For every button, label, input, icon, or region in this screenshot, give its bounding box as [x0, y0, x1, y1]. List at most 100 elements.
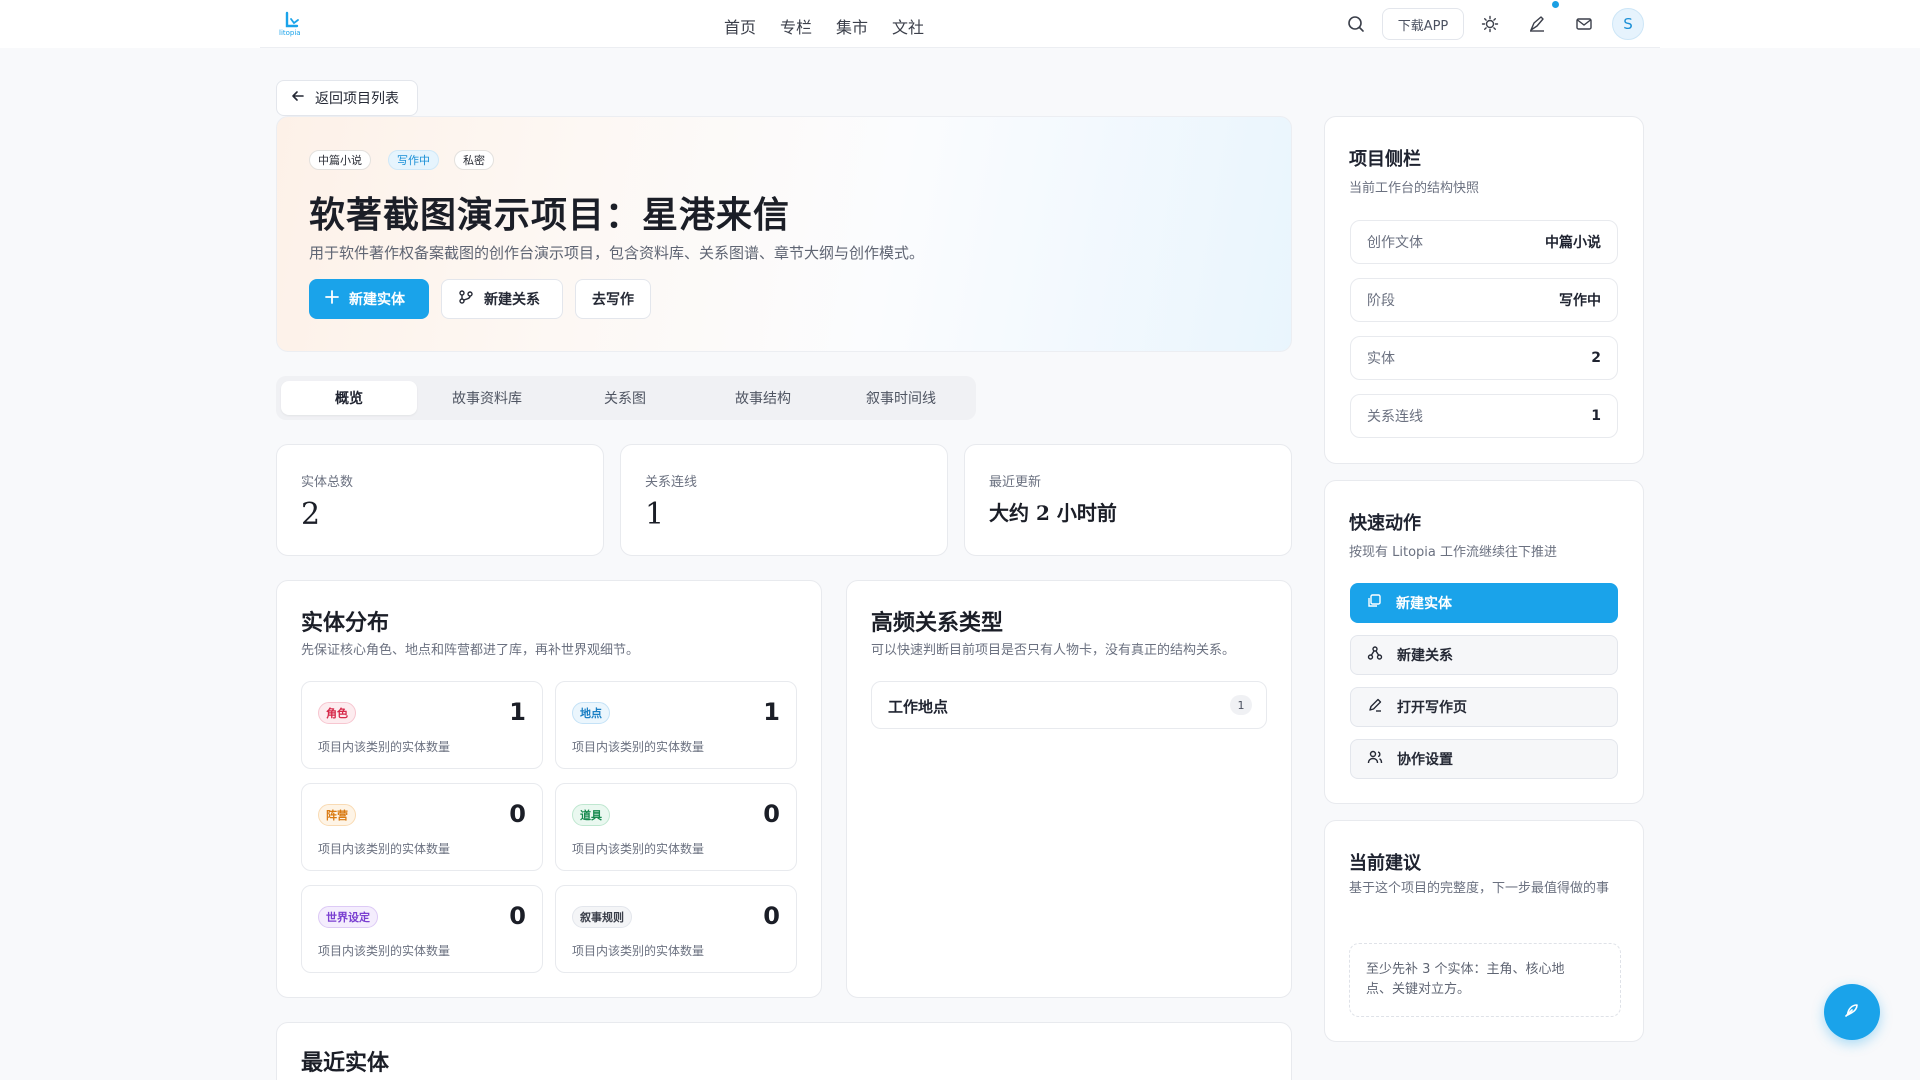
entity-count: 1 [763, 698, 780, 726]
user-avatar[interactable]: S [1612, 8, 1644, 40]
row-value: 2 [1591, 350, 1601, 366]
new-entity-label: 新建实体 [349, 292, 405, 308]
sidebar-row-genre: 创作文体 中篇小说 [1350, 220, 1618, 264]
badge-faction: 阵营 [318, 804, 356, 826]
sidebar-row-entities: 实体 2 [1350, 336, 1618, 380]
entity-count: 0 [509, 902, 526, 930]
mail-icon[interactable] [1569, 9, 1599, 39]
relation-type-count: 1 [1230, 695, 1252, 715]
relation-type-row[interactable]: 工作地点 1 [871, 681, 1267, 729]
nav-market[interactable]: 集市 [836, 14, 868, 38]
quick-collab-settings-button[interactable]: 协作设置 [1350, 739, 1618, 779]
stat-card-entities: 实体总数 2 [276, 444, 604, 556]
row-value: 1 [1591, 408, 1601, 424]
nav-home[interactable]: 首页 [724, 14, 756, 38]
entity-type-card-narrative[interactable]: 叙事规则 0 项目内该类别的实体数量 [555, 885, 797, 973]
feather-icon [1842, 1000, 1862, 1024]
row-key: 阶段 [1367, 293, 1395, 309]
tag-genre: 中篇小说 [309, 150, 371, 170]
pencil-icon [1367, 697, 1383, 717]
back-label: 返回项目列表 [315, 91, 399, 107]
sidebar-row-stage: 阶段 写作中 [1350, 278, 1618, 322]
sidebar-subtitle: 当前工作台的结构快照 [1349, 181, 1480, 196]
go-write-button[interactable]: 去写作 [575, 279, 651, 319]
search-icon[interactable] [1341, 9, 1371, 39]
litopia-logo[interactable]: litopia [278, 10, 308, 38]
stat-label: 关系连线 [645, 475, 698, 490]
row-key: 创作文体 [1367, 235, 1423, 251]
row-key: 实体 [1367, 351, 1395, 367]
nav-column[interactable]: 专栏 [780, 14, 812, 38]
row-value: 写作中 [1559, 293, 1601, 309]
entity-type-card-character[interactable]: 角色 1 项目内该类别的实体数量 [301, 681, 543, 769]
entity-type-card-faction[interactable]: 阵营 0 项目内该类别的实体数量 [301, 783, 543, 871]
entity-desc: 项目内该类别的实体数量 [572, 944, 705, 958]
entity-count: 0 [763, 800, 780, 828]
users-icon [1367, 749, 1383, 769]
quick-action-label: 打开写作页 [1397, 700, 1467, 716]
plus-icon [325, 290, 339, 308]
tab-overview[interactable]: 概览 [281, 381, 417, 415]
section-subtitle: 可以快速判断目前项目是否只有人物卡，没有真正的结构关系。 [871, 643, 1236, 658]
download-app-button[interactable]: 下载APP [1382, 8, 1464, 40]
tag-privacy: 私密 [454, 150, 494, 170]
badge-world-setting: 世界设定 [318, 906, 378, 928]
stat-label: 最近更新 [989, 475, 1042, 490]
relation-type-label: 工作地点 [888, 698, 949, 716]
stat-value: 1 [645, 497, 665, 532]
section-subtitle: 先保证核心角色、地点和阵营都进了库，再补世界观细节。 [301, 643, 640, 658]
project-title: 软著截图演示项目：星港来信 [309, 194, 791, 236]
entity-count: 0 [763, 902, 780, 930]
stat-value: 2 [301, 497, 321, 532]
stat-label: 实体总数 [301, 475, 354, 490]
floating-write-button[interactable] [1824, 984, 1880, 1040]
section-title: 最近实体 [301, 1050, 390, 1076]
sidebar-row-relations: 关系连线 1 [1350, 394, 1618, 438]
badge-narrative-rule: 叙事规则 [572, 906, 632, 928]
quick-new-relation-button[interactable]: 新建关系 [1350, 635, 1618, 675]
entity-count: 0 [509, 800, 526, 828]
stat-card-relations: 关系连线 1 [620, 444, 948, 556]
quick-action-label: 协作设置 [1397, 752, 1453, 768]
tab-story-structure[interactable]: 故事结构 [695, 381, 831, 415]
recent-entities-card: 最近实体 [276, 1022, 1292, 1080]
navbar-divider [260, 47, 1660, 48]
entity-type-card-world[interactable]: 世界设定 0 项目内该类别的实体数量 [301, 885, 543, 973]
sun-icon[interactable] [1475, 9, 1505, 39]
stat-value: 大约 2 小时前 [989, 501, 1117, 525]
section-title: 实体分布 [301, 610, 390, 636]
tab-timeline[interactable]: 叙事时间线 [833, 381, 969, 415]
tab-story-library[interactable]: 故事资料库 [419, 381, 555, 415]
tab-relation-graph[interactable]: 关系图 [557, 381, 693, 415]
tag-status: 写作中 [388, 150, 439, 170]
stat-card-updated: 最近更新 大约 2 小时前 [964, 444, 1292, 556]
badge-location: 地点 [572, 702, 610, 724]
network-icon [1367, 645, 1383, 665]
entity-distribution-card: 实体分布 先保证核心角色、地点和阵营都进了库，再补世界观细节。 角色 1 项目内… [276, 580, 822, 998]
row-key: 关系连线 [1367, 409, 1423, 425]
logo-text: litopia [279, 29, 301, 37]
quick-open-writing-button[interactable]: 打开写作页 [1350, 687, 1618, 727]
go-write-label: 去写作 [592, 292, 634, 308]
write-icon[interactable] [1522, 9, 1552, 39]
entity-desc: 项目内该类别的实体数量 [572, 740, 705, 754]
new-relation-button[interactable]: 新建关系 [441, 279, 563, 319]
back-to-projects-button[interactable]: 返回项目列表 [276, 80, 418, 116]
notification-dot [1552, 1, 1559, 8]
quick-new-entity-button[interactable]: 新建实体 [1350, 583, 1618, 623]
entity-desc: 项目内该类别的实体数量 [318, 842, 451, 856]
entity-count: 1 [509, 698, 526, 726]
arrow-left-icon [291, 89, 305, 107]
copy-icon [1366, 593, 1382, 613]
project-subtitle: 用于软件著作权备案截图的创作台演示项目，包含资料库、关系图谱、章节大纲与创作模式… [309, 244, 925, 262]
quick-title: 快速动作 [1349, 513, 1421, 534]
entity-type-card-location[interactable]: 地点 1 项目内该类别的实体数量 [555, 681, 797, 769]
new-entity-button[interactable]: 新建实体 [309, 279, 429, 319]
nav-society[interactable]: 文社 [892, 14, 924, 38]
quick-action-label: 新建关系 [1397, 648, 1453, 664]
quick-action-label: 新建实体 [1396, 596, 1452, 612]
entity-type-card-item[interactable]: 道具 0 项目内该类别的实体数量 [555, 783, 797, 871]
entity-desc: 项目内该类别的实体数量 [318, 740, 451, 754]
suggestion-box: 至少先补 3 个实体：主角、核心地点、关键对立方。 [1349, 943, 1621, 1017]
section-title: 高频关系类型 [871, 610, 1004, 636]
